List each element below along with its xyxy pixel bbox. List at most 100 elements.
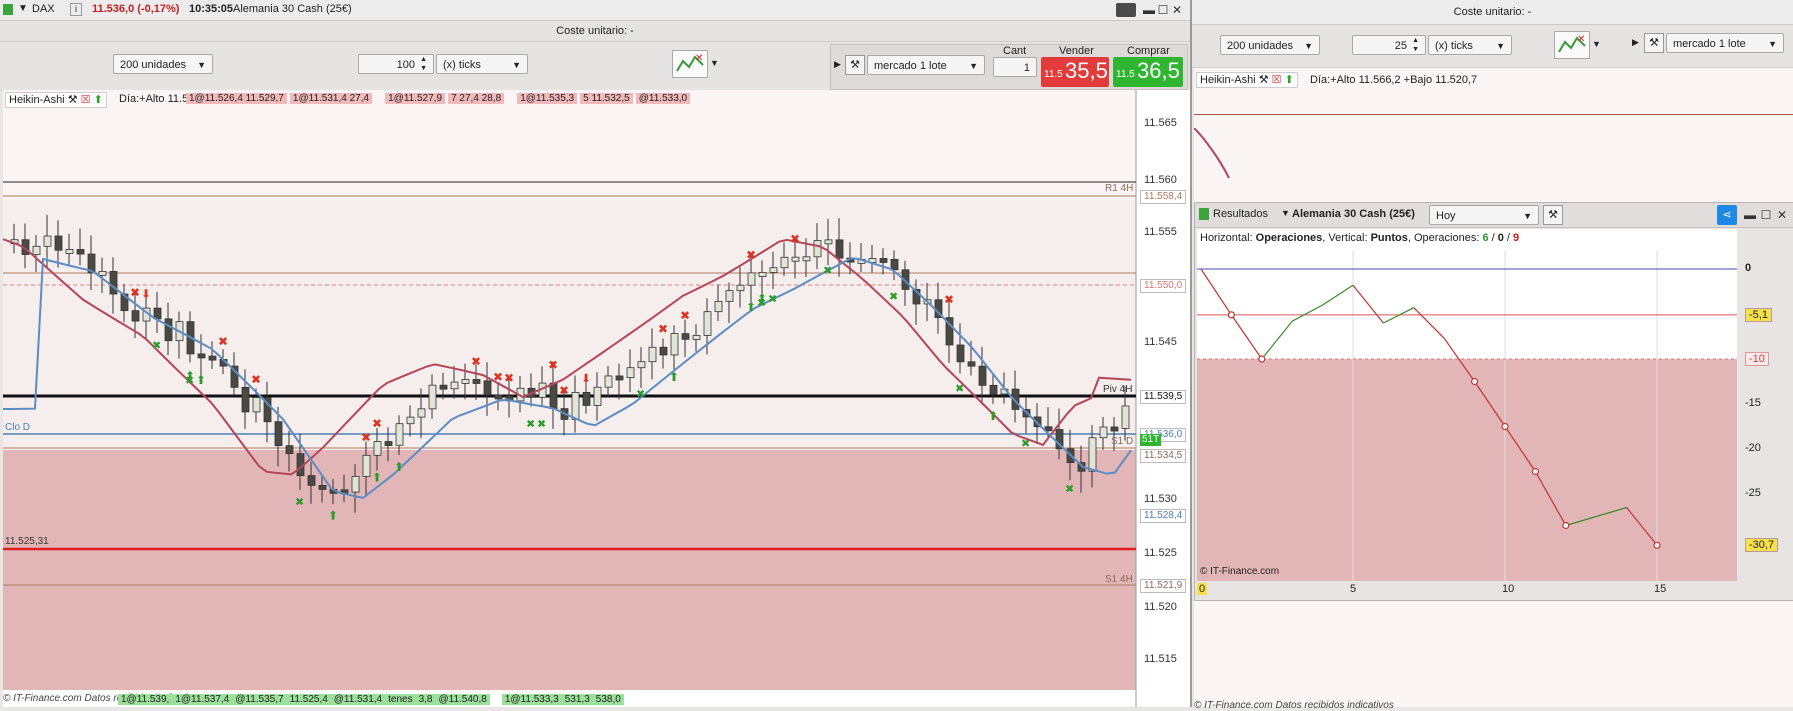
stepper-arrows-icon[interactable]: ▲ ▼: [420, 55, 427, 73]
right-ticks-stepper[interactable]: 25 ▲ ▼: [1352, 35, 1426, 55]
order-type-select[interactable]: mercado 1 lote ▼: [867, 55, 985, 75]
maximize-button[interactable]: ☐: [1759, 208, 1773, 222]
order-tag[interactable]: 1@11.537,4: [172, 694, 233, 705]
up-arrow-icon[interactable]: ⬆: [94, 94, 103, 106]
exit-mark-icon: ✖: [889, 291, 898, 303]
order-tag[interactable]: @11.535,7: [232, 694, 287, 705]
ticks-select[interactable]: (x) ticks ▼: [436, 54, 528, 74]
chevron-down-icon[interactable]: ▼: [18, 3, 28, 14]
right-units-select[interactable]: 200 unidades ▼: [1220, 35, 1320, 55]
order-tag[interactable]: 531,3: [561, 694, 593, 705]
chart-tool-icon[interactable]: ✕: [672, 50, 708, 78]
y-tick-label: -25: [1745, 487, 1761, 499]
wrench-icon[interactable]: ⚒: [1259, 74, 1269, 86]
order-tag[interactable]: 1@11.531,4 27,4: [289, 93, 373, 104]
close-button[interactable]: ✕: [1775, 208, 1789, 222]
order-tag[interactable]: 1@11.527,9: [385, 93, 446, 104]
chevron-down-icon[interactable]: ▼: [1281, 208, 1290, 218]
share-icon[interactable]: ⋖: [1717, 205, 1737, 225]
right-order-type-select[interactable]: mercado 1 lote ▼: [1666, 33, 1784, 53]
minimize-button[interactable]: ▬: [1142, 3, 1156, 17]
order-tag[interactable]: 3,8: [415, 694, 436, 705]
minimize-button[interactable]: ▬: [1743, 208, 1757, 222]
info-separator: /: [1503, 232, 1514, 244]
up-arrow-icon[interactable]: ⬆: [1285, 74, 1294, 86]
close-button[interactable]: ✕: [1170, 3, 1184, 17]
chevron-down-icon: ▼: [1496, 41, 1505, 51]
price-tick: 11.565: [1144, 117, 1177, 129]
order-tag[interactable]: 1@11.535,3: [517, 93, 578, 104]
candle-body: [714, 300, 723, 313]
price-chart[interactable]: ✖ ⬇ ✖ ✖ ⬆ ⬆ ✖ ✖ ✖ ⬆ ✖ ✖ ⬆ ⬆ ✖ ✖ ✖ ✖ ✖ ✖ ✖ ⬇ ✖ ✖ ⬆ ✖ ✖ ⬆ ✖ ⬆ ✖ ✖ ✖ ✖ ✖ ✖ ⬆ ✖ ✖ …: [3, 90, 1190, 707]
exit-mark-icon: ✖: [548, 358, 558, 372]
chevron-down-icon[interactable]: ▼: [1592, 39, 1601, 49]
position-badge[interactable]: 51T: [1140, 434, 1162, 446]
results-y-axis: 0 -5,1 -10 -15 -20 -25 -30,7: [1739, 229, 1793, 581]
order-panel: ▶ ⚒ mercado 1 lote ▼ Cant 1 Vender Compra…: [830, 44, 1188, 90]
candle-body: [54, 235, 63, 251]
order-tag[interactable]: @11.533,0: [635, 93, 691, 104]
wrench-icon[interactable]: ⚒: [1543, 205, 1563, 225]
results-tab[interactable]: Resultados: [1213, 208, 1268, 220]
exit-mark-icon: ✖: [372, 417, 382, 431]
close-indicator-icon[interactable]: ☒: [81, 94, 91, 106]
results-instrument[interactable]: Alemania 30 Cash (25€): [1292, 208, 1415, 220]
exit-mark-icon: ✖: [361, 430, 371, 444]
buy-price-small: 11.5: [1116, 69, 1135, 80]
buy-button[interactable]: 11.5 36,5: [1113, 57, 1183, 87]
cant-input[interactable]: 1: [993, 57, 1037, 77]
chevron-down-icon: ▼: [1768, 39, 1777, 49]
info-vertical: Puntos: [1370, 232, 1408, 244]
buy-arrow-icon: ⬆: [394, 460, 404, 474]
order-tag[interactable]: @11.540,8: [435, 694, 490, 705]
buy-arrow-icon: ⬆: [746, 300, 756, 314]
cost-label: Coste unitario: -: [556, 25, 634, 37]
chevron-down-icon[interactable]: ▼: [710, 58, 719, 68]
keyboard-icon[interactable]: [1116, 3, 1136, 17]
chevron-right-icon[interactable]: ▶: [1632, 37, 1639, 48]
sell-button[interactable]: 11.5 35,5: [1041, 57, 1109, 87]
footer-order-tags: 1@11.539, 1@11.537,4 @11.535,7 11.525,4 @11.…: [118, 693, 624, 707]
order-tag[interactable]: 1@11.526,4 11.529,7: [186, 93, 287, 104]
order-tag[interactable]: 11.525,4: [286, 694, 331, 705]
candle-body: [1088, 437, 1097, 472]
candle-body: [406, 416, 415, 425]
order-tag[interactable]: 538,0: [592, 694, 624, 705]
candle-body: [648, 346, 657, 363]
results-x-axis: 0 5 10 15: [1197, 582, 1737, 598]
right-chart-tool-icon[interactable]: ✕: [1554, 31, 1590, 59]
stepper-arrows-icon[interactable]: ▲ ▼: [1412, 36, 1419, 54]
units-select[interactable]: 200 unidades ▼: [113, 54, 213, 74]
ticks-stepper[interactable]: 100 ▲ ▼: [358, 54, 434, 74]
right-indicator-header: Heikin-Ashi ⚒ ☒ ⬆: [1196, 72, 1298, 88]
order-tag[interactable]: tenes: [385, 694, 416, 705]
equity-segment: [1230, 314, 1263, 360]
exit-mark-icon: ✖: [130, 286, 140, 300]
period-select[interactable]: Hoy ▼: [1429, 205, 1539, 225]
exit-mark-icon: ✖: [537, 418, 546, 430]
buy-arrow-icon: ⬆: [328, 508, 338, 522]
order-tag[interactable]: 1@11.539,: [118, 694, 173, 705]
right-toolbar: 200 unidades ▼ 25 ▲ ▼ (x) ticks ▼ ✕ ▼ ▶ ⚒ me…: [1192, 25, 1793, 68]
wrench-icon[interactable]: ⚒: [845, 55, 865, 75]
info-icon[interactable]: i: [70, 3, 82, 16]
exit-mark-icon: ✖: [218, 334, 228, 348]
order-tag[interactable]: 5 11.532,5: [580, 93, 633, 104]
time-label: 10:35:05: [189, 3, 234, 15]
exit-mark-icon: ✖: [823, 265, 832, 277]
svg-text:✕: ✕: [1577, 34, 1585, 45]
chevron-right-icon[interactable]: ▶: [834, 59, 841, 70]
exit-mark-icon: ✖: [526, 418, 535, 430]
close-indicator-icon[interactable]: ☒: [1272, 74, 1282, 86]
window-divider[interactable]: [1190, 0, 1192, 707]
order-tag[interactable]: 7 27,4 28,8: [448, 93, 505, 104]
right-ticks-select[interactable]: (x) ticks ▼: [1428, 35, 1512, 55]
wrench-icon[interactable]: ⚒: [68, 94, 78, 106]
order-tag[interactable]: @11.531,4: [330, 694, 386, 705]
order-tag[interactable]: 1@11.533,3: [501, 694, 562, 705]
left-toolbar: 200 unidades ▼ 100 ▲ ▼ (x) ticks ▼ ✕ ▼ ▶ ⚒ m…: [0, 42, 1190, 91]
candle-body: [615, 375, 624, 381]
wrench-icon[interactable]: ⚒: [1644, 33, 1664, 53]
maximize-button[interactable]: ☐: [1156, 3, 1170, 17]
symbol-label[interactable]: DAX: [32, 3, 55, 15]
